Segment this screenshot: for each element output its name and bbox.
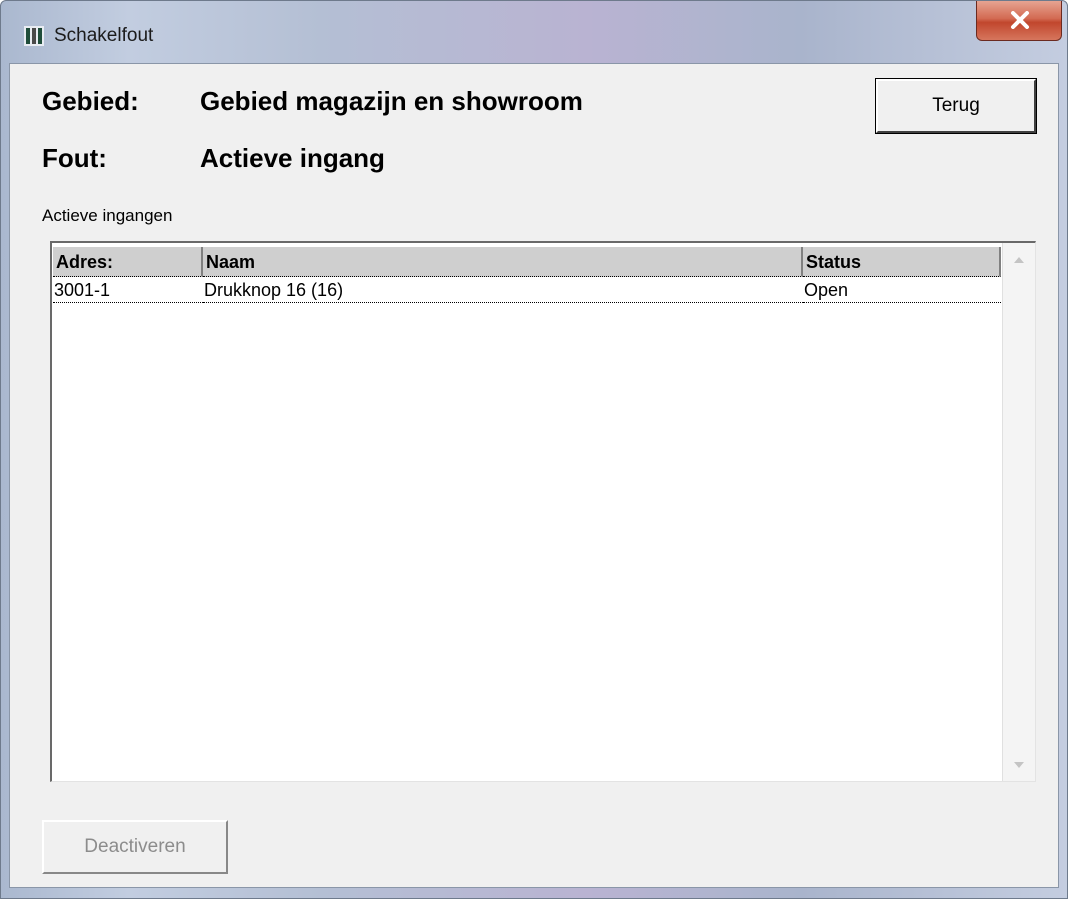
dialog-window: Schakelfout Gebied: Gebied magazijn en s…: [0, 0, 1068, 899]
close-x-icon: [1011, 11, 1029, 29]
back-button[interactable]: Terug: [875, 78, 1037, 134]
column-header-name[interactable]: Naam: [203, 247, 803, 277]
list-content: Adres: Naam Status 3001-1 Drukknop 16 (1…: [52, 243, 1001, 781]
fault-label: Fout:: [42, 143, 107, 173]
dialog-client-area: Gebied: Gebied magazijn en showroom Fout…: [9, 63, 1059, 888]
column-header-address[interactable]: Adres:: [53, 247, 203, 277]
cell-name: Drukknop 16 (16): [203, 279, 803, 303]
title-bar[interactable]: Schakelfout: [1, 1, 1067, 63]
list-row[interactable]: 3001-1 Drukknop 16 (16) Open: [53, 279, 1001, 303]
vertical-scrollbar[interactable]: [1002, 243, 1035, 781]
scroll-up-arrow-icon: [1014, 256, 1024, 263]
cell-address: 3001-1: [53, 279, 203, 303]
area-label: Gebied:: [42, 86, 139, 116]
list-header-row: Adres: Naam Status: [53, 247, 1001, 277]
deactivate-button[interactable]: Deactiveren: [42, 820, 228, 874]
active-inputs-list[interactable]: Adres: Naam Status 3001-1 Drukknop 16 (1…: [50, 241, 1036, 782]
area-value: Gebied magazijn en showroom: [200, 86, 583, 116]
scroll-down-button[interactable]: [1003, 748, 1035, 781]
scroll-up-button[interactable]: [1003, 243, 1035, 276]
app-icon: [24, 26, 44, 46]
cell-status: Open: [803, 279, 1001, 303]
fault-value: Actieve ingang: [200, 143, 385, 173]
scroll-down-arrow-icon: [1014, 761, 1024, 768]
window-title: Schakelfout: [54, 25, 154, 46]
column-header-status[interactable]: Status: [803, 247, 1001, 277]
active-inputs-caption: Actieve ingangen: [42, 206, 173, 225]
close-button[interactable]: [976, 1, 1062, 41]
